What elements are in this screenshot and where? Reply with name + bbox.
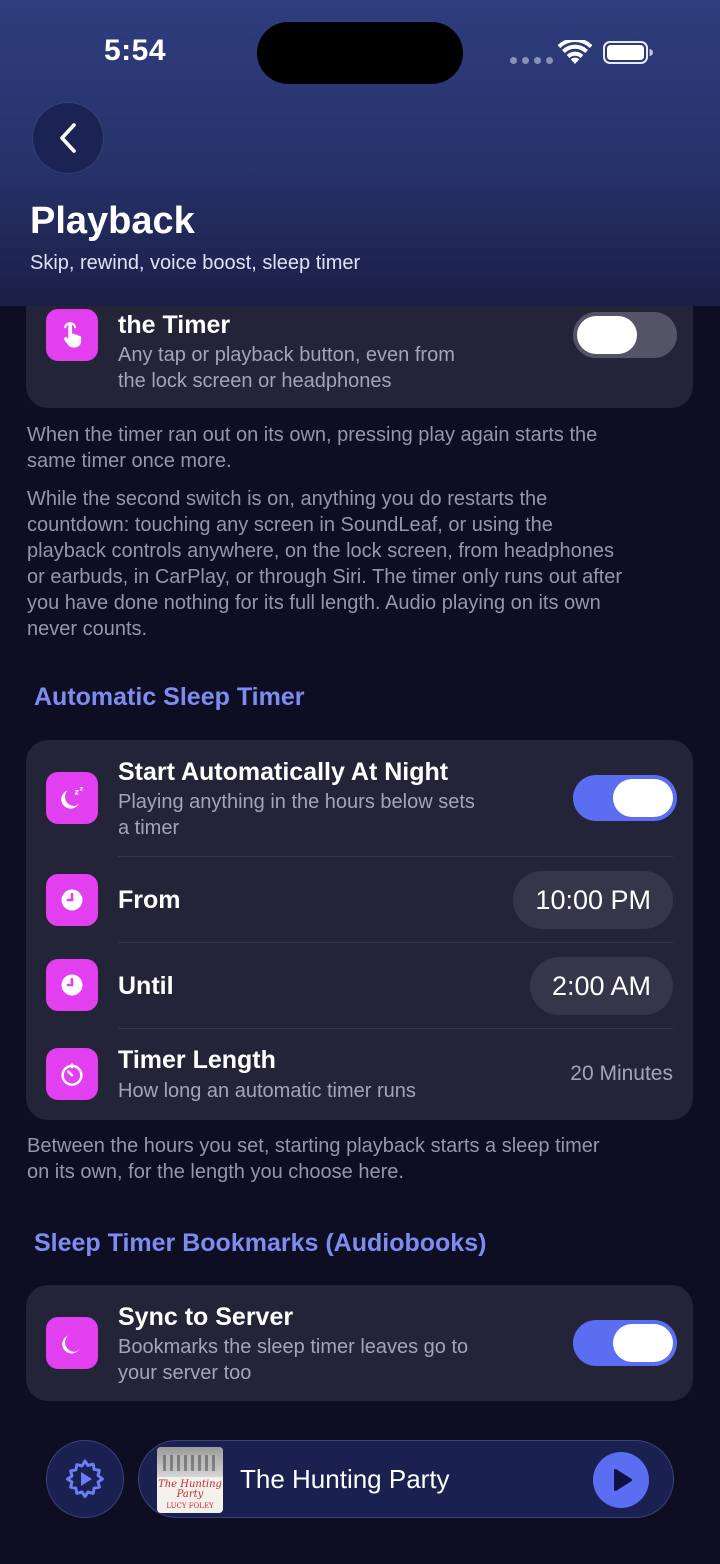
cover-art-trees <box>163 1455 217 1471</box>
timer-length-value: 20 Minutes <box>570 1062 673 1085</box>
clock-icon <box>46 874 98 926</box>
row-divider <box>118 1028 673 1029</box>
back-button[interactable] <box>33 103 103 173</box>
mini-player[interactable]: The Hunting Party LUCY FOLEY The Hunting… <box>138 1440 674 1518</box>
auto-sleep-timer-card: zz Start Automatically At Night Playing … <box>26 740 693 1120</box>
moon-icon <box>46 1317 98 1369</box>
cover-title: The Hunting Party <box>158 1479 222 1500</box>
chevron-left-icon <box>60 123 76 153</box>
battery-icon <box>603 41 653 64</box>
page-title: Playback <box>30 200 195 242</box>
svg-text:z: z <box>75 787 79 796</box>
sync-to-server-toggle[interactable] <box>573 1320 677 1366</box>
timer-note-1-line2: same timer once more. <box>27 450 232 472</box>
moon-zzz-icon: zz <box>46 772 98 824</box>
row-divider <box>118 856 673 857</box>
auto-sleep-timer-section-label: Automatic Sleep Timer <box>34 683 305 711</box>
timer-icon <box>46 1048 98 1100</box>
row-divider <box>118 942 673 943</box>
play-icon <box>613 1468 633 1492</box>
timer-note-2: While the second switch is on, anything … <box>27 486 695 642</box>
timer-note-2-line6: never counts. <box>27 618 148 640</box>
reset-timer-toggle[interactable] <box>573 312 677 358</box>
wifi-icon <box>558 40 592 64</box>
svg-text:z: z <box>80 786 84 793</box>
timer-note-2-line5: you have done nothing for its full lengt… <box>27 592 601 614</box>
start-automatically-subtitle-line1: Playing anything in the hours below sets <box>118 791 475 813</box>
reset-timer-title: the Timer <box>118 311 231 339</box>
clock-icon <box>46 959 98 1011</box>
start-automatically-subtitle-line2: a timer <box>118 817 180 839</box>
page-subtitle: Skip, rewind, voice boost, sleep timer <box>30 252 361 274</box>
timer-length-subtitle: How long an automatic timer runs <box>118 1080 416 1102</box>
header: 5:54 Playback Skip, rewind, voice boost,… <box>0 0 720 306</box>
status-time: 5:54 <box>104 34 167 67</box>
start-automatically-title: Start Automatically At Night <box>118 758 449 786</box>
reset-timer-subtitle-line2: the lock screen or headphones <box>118 370 392 392</box>
timer-note-2-line2: countdown: touching any screen in SoundL… <box>27 514 553 536</box>
sync-to-server-subtitle-line2: your server too <box>118 1362 252 1384</box>
settings-button[interactable] <box>46 1440 124 1518</box>
cover-author: LUCY FOLEY <box>166 1502 214 1510</box>
timer-length-title: Timer Length <box>118 1046 276 1074</box>
start-automatically-toggle[interactable] <box>573 775 677 821</box>
dynamic-island <box>257 22 463 84</box>
timer-note-2-line1: While the second switch is on, anything … <box>27 488 548 510</box>
album-cover: The Hunting Party LUCY FOLEY <box>157 1447 223 1513</box>
timer-note-2-line4: or earbuds, in CarPlay, or through Siri.… <box>27 566 623 588</box>
gear-play-icon <box>66 1459 104 1498</box>
reset-timer-subtitle-line1: Any tap or playback button, even from <box>118 344 455 366</box>
until-time-picker[interactable]: 2:00 AM <box>529 957 673 1015</box>
auto-note-line1: Between the hours you set, starting play… <box>27 1135 600 1157</box>
timer-note-1-line1: When the timer ran out on its own, press… <box>27 424 598 446</box>
auto-note: Between the hours you set, starting play… <box>27 1133 695 1185</box>
until-label: Until <box>118 972 174 1000</box>
sync-to-server-title: Sync to Server <box>118 1303 294 1331</box>
timer-note-1: When the timer ran out on its own, press… <box>27 422 695 474</box>
play-button[interactable] <box>593 1452 649 1508</box>
timer-note-2-line3: playback controls anywhere, on the lock … <box>27 540 615 562</box>
auto-note-line2: on its own, for the length you choose he… <box>27 1161 404 1183</box>
bookmarks-card: Sync to Server Bookmarks the sleep timer… <box>26 1285 693 1401</box>
sync-to-server-subtitle-line1: Bookmarks the sleep timer leaves go to <box>118 1336 469 1358</box>
track-title: The Hunting Party <box>240 1464 450 1494</box>
tap-hand-icon <box>46 309 98 361</box>
from-time-picker[interactable]: 10:00 PM <box>513 871 673 929</box>
from-label: From <box>118 886 181 914</box>
bookmarks-section-label: Sleep Timer Bookmarks (Audiobooks) <box>34 1229 487 1257</box>
cellular-signal-icon <box>510 57 553 64</box>
